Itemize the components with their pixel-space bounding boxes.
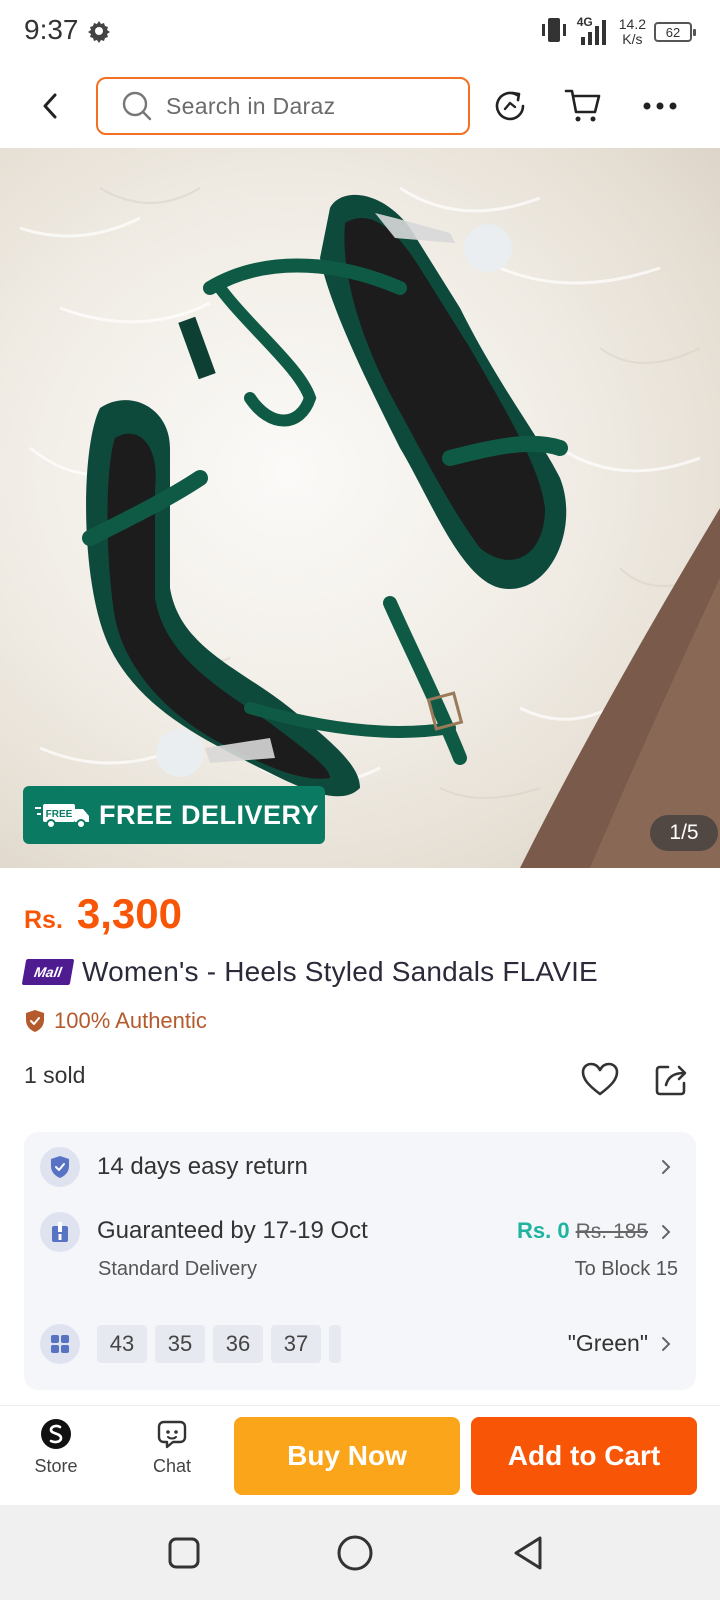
battery-level: 62 — [665, 24, 681, 40]
free-delivery-text: FREE DELIVERY — [99, 799, 320, 830]
store-label: Store — [34, 1456, 78, 1476]
share-icon — [655, 1065, 687, 1096]
variant-row[interactable]: 43 35 36 37 "Green" — [24, 1304, 696, 1384]
size-chip-overflow — [329, 1325, 341, 1363]
chat-icon — [157, 1420, 187, 1449]
app-header: Search in Daraz — [0, 64, 720, 148]
add-to-cart-button[interactable]: Add to Cart — [471, 1417, 697, 1495]
more-button[interactable] — [640, 86, 680, 126]
signal-icon: 4G — [577, 15, 611, 47]
back-icon — [43, 93, 57, 119]
size-chips: 43 35 36 37 — [97, 1325, 341, 1363]
chat-button[interactable]: Chat — [132, 1418, 212, 1477]
network-speed: 14.2 K/s — [619, 17, 646, 47]
free-delivery-badge: FREE FREE DELIVERY — [23, 786, 325, 844]
gear-icon — [86, 18, 112, 44]
delivery-type: Standard Delivery — [98, 1258, 257, 1280]
store-icon — [41, 1419, 71, 1449]
size-chip[interactable]: 35 — [155, 1325, 205, 1363]
shield-check-icon — [26, 1010, 44, 1032]
search-placeholder: Search in Daraz — [166, 92, 336, 119]
shipping-fee-current: Rs. 0 — [517, 1218, 570, 1243]
home-button[interactable] — [335, 1533, 375, 1573]
buy-now-button[interactable]: Buy Now — [234, 1417, 460, 1495]
speed-unit: K/s — [622, 31, 643, 47]
chevron-right-icon — [662, 1225, 671, 1239]
cart-button[interactable] — [563, 86, 603, 126]
price: Rs. 3,300 — [24, 890, 182, 938]
product-title: Women's - Heels Styled Sandals FLAVIE — [82, 956, 598, 987]
heart-icon — [581, 1062, 619, 1096]
truck-badge-text: FREE — [46, 809, 73, 820]
chevron-right-icon — [662, 1337, 671, 1351]
variants-grid-icon — [40, 1324, 80, 1364]
triangle-back-icon — [514, 1536, 542, 1570]
speed-value: 14.2 — [618, 16, 646, 32]
system-nav-bar — [0, 1505, 720, 1600]
image-counter: 1/5 — [650, 815, 718, 851]
product-image[interactable]: FREE FREE DELIVERY 1/5 — [0, 148, 720, 868]
square-icon — [168, 1537, 200, 1569]
price-value: 3,300 — [76, 890, 183, 937]
authentic-row: 100% Authentic — [24, 1008, 207, 1034]
status-bar: 9:37 4G 14.2 K/s 62 — [0, 0, 720, 64]
status-indicators: 4G 14.2 K/s 62 — [539, 14, 696, 50]
delivery-row[interactable]: Guaranteed by 17-19 Oct Standard Deliver… — [24, 1204, 696, 1304]
history-button[interactable] — [490, 86, 530, 126]
chat-label: Chat — [152, 1456, 192, 1476]
delivery-truck-icon: FREE — [35, 804, 89, 829]
battery-icon: 62 — [654, 22, 696, 42]
shipping-fee-original: Rs. 185 — [575, 1220, 648, 1243]
product-photo — [19, 186, 720, 868]
history-icon — [495, 91, 525, 121]
cart-icon — [564, 89, 601, 122]
delivery-info-card: 14 days easy return Guaranteed by 17-19 … — [24, 1132, 696, 1390]
bottom-action-bar: Store Chat Buy Now Add to Cart — [0, 1405, 720, 1505]
search-icon — [122, 91, 152, 121]
back-button[interactable] — [30, 84, 70, 128]
share-button[interactable] — [650, 1057, 694, 1101]
size-chip[interactable]: 36 — [213, 1325, 263, 1363]
shipping-fee: Rs. 0 Rs. 185 — [517, 1218, 648, 1244]
status-time: 9:37 — [24, 14, 79, 45]
return-shield-icon — [40, 1147, 80, 1187]
sold-count: 1 sold — [24, 1062, 86, 1088]
more-icon — [643, 102, 677, 110]
authentic-label: 100% Authentic — [54, 1008, 207, 1033]
wishlist-button[interactable] — [578, 1057, 622, 1101]
product-title-row: Mall Women's - Heels Styled Sandals FLAV… — [21, 956, 598, 988]
store-button[interactable]: Store — [16, 1418, 96, 1477]
circle-icon — [337, 1535, 373, 1571]
back-nav-button[interactable] — [508, 1533, 548, 1573]
chevron-right-icon — [662, 1160, 671, 1174]
size-chip[interactable]: 37 — [271, 1325, 321, 1363]
return-policy-row[interactable]: 14 days easy return — [24, 1132, 696, 1202]
search-input[interactable]: Search in Daraz — [96, 77, 470, 135]
recents-button[interactable] — [164, 1533, 204, 1573]
return-policy-text: 14 days easy return — [97, 1153, 308, 1180]
vibrate-icon — [539, 16, 569, 49]
delivery-destination: To Block 15 — [574, 1258, 678, 1280]
selected-color: "Green" — [567, 1330, 648, 1356]
mall-badge: Mall — [21, 959, 75, 985]
delivery-title: Guaranteed by 17-19 Oct — [97, 1217, 368, 1244]
size-chip[interactable]: 43 — [97, 1325, 147, 1363]
price-currency: Rs. — [24, 906, 63, 934]
delivery-box-icon — [40, 1212, 80, 1252]
